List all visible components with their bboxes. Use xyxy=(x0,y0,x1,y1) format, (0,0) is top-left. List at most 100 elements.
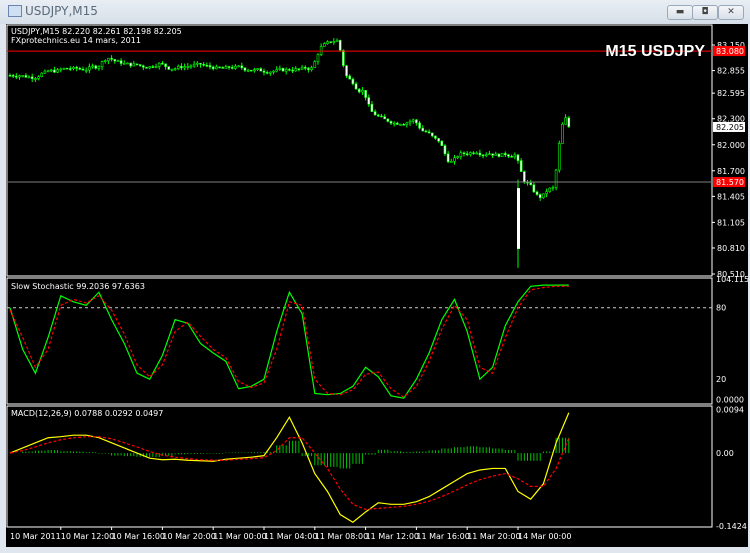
candle xyxy=(237,65,240,68)
candle xyxy=(411,119,415,122)
candle xyxy=(288,69,291,71)
candle xyxy=(326,41,329,45)
candle xyxy=(240,65,244,69)
candle xyxy=(313,61,317,68)
candle xyxy=(446,153,450,163)
time-label: 11 Mar 16:00 xyxy=(416,532,469,541)
candle xyxy=(561,123,564,144)
candle xyxy=(215,66,218,70)
candle xyxy=(205,65,209,67)
candle xyxy=(208,65,212,68)
candle xyxy=(94,65,98,69)
candle xyxy=(151,66,155,68)
candle xyxy=(380,115,383,118)
candle xyxy=(459,152,463,157)
stochastic-axis-label: 80 xyxy=(716,304,726,313)
candle xyxy=(342,49,345,66)
candle xyxy=(34,78,37,80)
candle xyxy=(62,67,66,70)
chart-canvas[interactable]: USDJPY,M15 82.220 82.261 82.198 82.205 F… xyxy=(6,24,748,547)
candle xyxy=(548,187,552,192)
candle xyxy=(545,191,548,195)
candle xyxy=(40,72,44,78)
chart-window[interactable]: USDJPY,M15 82.220 82.261 82.198 82.205 F… xyxy=(6,24,748,547)
time-label: 11 Mar 12:00 xyxy=(366,532,419,541)
time-label: 11 Mar 20:00 xyxy=(467,532,520,541)
candle xyxy=(319,46,323,55)
minimize-button[interactable]: ▬ xyxy=(667,5,693,20)
candle xyxy=(430,132,434,137)
candle xyxy=(507,154,510,157)
candle xyxy=(523,171,526,183)
candle xyxy=(84,69,88,72)
macd-axis-label: 0.0094 xyxy=(716,406,744,415)
candle xyxy=(167,66,171,70)
candle xyxy=(348,75,352,80)
candle xyxy=(145,67,148,69)
close-button[interactable]: ✕ xyxy=(718,5,744,20)
candle xyxy=(138,64,142,66)
candle xyxy=(405,122,409,125)
candle xyxy=(250,69,253,72)
macd-axis-label: -0.1424 xyxy=(716,522,747,531)
candle xyxy=(72,66,75,70)
candle xyxy=(170,68,174,71)
main-chart-subheader: FXprotechnics.eu 14 mars, 2011 xyxy=(11,36,141,45)
candle xyxy=(18,75,21,78)
candle xyxy=(440,140,444,146)
candle xyxy=(164,63,167,67)
candle xyxy=(503,153,507,156)
candle xyxy=(284,69,288,72)
candle xyxy=(427,131,431,134)
candle xyxy=(396,122,399,125)
candle xyxy=(310,67,313,71)
candle xyxy=(354,83,358,90)
candle xyxy=(218,66,221,69)
candle xyxy=(107,57,110,61)
candle xyxy=(307,68,310,71)
maximize-button[interactable]: ◘ xyxy=(692,5,718,20)
chart-window-icon xyxy=(8,5,22,17)
candle xyxy=(186,66,190,68)
candle xyxy=(338,39,342,51)
candle xyxy=(519,160,523,172)
candle xyxy=(554,169,558,188)
candle xyxy=(161,62,164,65)
time-label: 10 Mar 2011 xyxy=(10,532,61,541)
candle xyxy=(211,66,215,70)
candle xyxy=(119,60,123,64)
candle xyxy=(221,67,225,69)
candle xyxy=(370,103,374,112)
candle xyxy=(256,68,259,70)
candle xyxy=(291,69,294,72)
candle xyxy=(69,68,72,70)
candle xyxy=(243,67,247,71)
candle xyxy=(53,69,56,73)
candle xyxy=(253,69,256,72)
candle xyxy=(78,68,82,70)
candle xyxy=(443,145,447,155)
candle xyxy=(551,187,555,189)
price-marker-label: 82.205 xyxy=(716,123,744,132)
candle xyxy=(472,152,475,155)
candle xyxy=(399,124,402,126)
price-label: 82.000 xyxy=(717,141,745,150)
candle xyxy=(469,152,472,155)
candle xyxy=(103,60,107,62)
candle xyxy=(275,69,279,72)
candle xyxy=(392,122,396,125)
candle xyxy=(132,63,136,67)
candle xyxy=(373,111,377,116)
stochastic-axis-label: 20 xyxy=(716,375,726,384)
candle xyxy=(126,62,129,65)
time-label: 10 Mar 20:00 xyxy=(162,532,215,541)
price-label: 82.595 xyxy=(717,89,745,98)
candle xyxy=(49,69,53,72)
candle xyxy=(529,182,533,186)
time-label: 10 Mar 16:00 xyxy=(112,532,165,541)
candle xyxy=(351,78,355,85)
stochastic-signal-line xyxy=(9,285,569,398)
candle xyxy=(386,118,390,122)
candle xyxy=(180,65,183,69)
candle xyxy=(230,67,234,69)
